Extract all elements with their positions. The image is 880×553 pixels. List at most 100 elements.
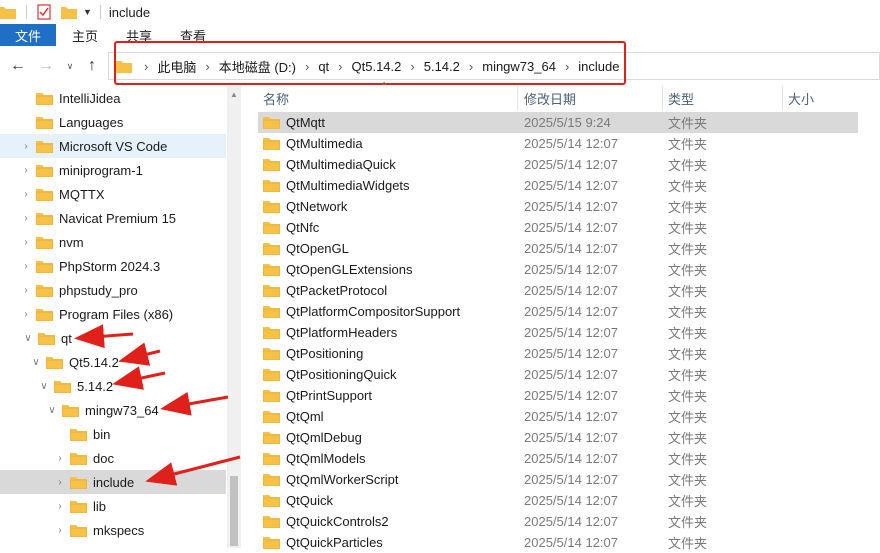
expand-chevron-icon[interactable]: › xyxy=(54,501,66,512)
tree-item[interactable]: ∨ Qt5.14.2 xyxy=(0,350,226,374)
expand-chevron-icon[interactable]: › xyxy=(54,477,66,488)
properties-icon[interactable] xyxy=(37,4,51,20)
file-row[interactable]: QtMultimedia 2025/5/14 12:07 文件夹 xyxy=(258,133,858,154)
expand-chevron-icon[interactable]: ∨ xyxy=(22,333,34,344)
chevron-right-icon[interactable]: › xyxy=(410,59,414,74)
expand-chevron-icon[interactable]: › xyxy=(20,285,32,296)
expand-chevron-icon[interactable]: › xyxy=(20,213,32,224)
file-type: 文件夹 xyxy=(668,305,708,320)
folder-icon xyxy=(36,164,53,177)
file-row[interactable]: QtQuickParticles 2025/5/14 12:07 文件夹 xyxy=(258,532,858,553)
crumb-mingw73-64[interactable]: mingw73_64 xyxy=(482,59,556,74)
column-size[interactable]: 大小 xyxy=(783,86,858,110)
chevron-right-icon[interactable]: › xyxy=(469,59,473,74)
expand-chevron-icon[interactable]: ∨ xyxy=(30,357,42,368)
quick-access-dropdown[interactable]: ▼ xyxy=(83,7,92,17)
file-name-cell: QtMqtt xyxy=(263,115,325,130)
tree-item[interactable]: ∨ 5.14.2 xyxy=(0,374,226,398)
expand-chevron-icon[interactable]: › xyxy=(54,525,66,536)
tab-file[interactable]: 文件 xyxy=(0,24,56,46)
tree-item[interactable]: › mkspecs xyxy=(0,518,226,542)
chevron-right-icon[interactable]: › xyxy=(305,59,309,74)
expand-chevron-icon[interactable]: › xyxy=(20,165,32,176)
tree-item[interactable]: › Microsoft VS Code xyxy=(0,134,226,158)
chevron-right-icon[interactable]: › xyxy=(565,59,569,74)
file-row[interactable]: QtPlatformCompositorSupport 2025/5/14 12:… xyxy=(258,301,858,322)
expand-chevron-icon[interactable]: › xyxy=(20,261,32,272)
expand-chevron-icon[interactable]: › xyxy=(20,309,32,320)
tab-view[interactable]: 查看 xyxy=(166,24,220,46)
address-bar[interactable]: › 此电脑 › 本地磁盘 (D:) › qt › Qt5.14.2 › 5.14… xyxy=(108,52,880,80)
tree-item[interactable]: › miniprogram-1 xyxy=(0,158,226,182)
tab-share[interactable]: 共享 xyxy=(112,24,166,46)
recent-dropdown-icon[interactable]: ∨ xyxy=(60,56,80,76)
scrollbar-thumb[interactable] xyxy=(230,476,238,546)
back-arrow-icon[interactable]: ← xyxy=(8,56,28,76)
file-row[interactable]: QtMultimediaWidgets 2025/5/14 12:07 文件夹 xyxy=(258,175,858,196)
crumb-qt5142[interactable]: Qt5.14.2 xyxy=(352,59,402,74)
file-date: 2025/5/14 12:07 xyxy=(524,409,618,424)
crumb-qt[interactable]: qt xyxy=(318,59,329,74)
file-row[interactable]: QtOpenGL 2025/5/14 12:07 文件夹 xyxy=(258,238,858,259)
tree-item[interactable]: › MQTTX xyxy=(0,182,226,206)
file-row[interactable]: QtNfc 2025/5/14 12:07 文件夹 xyxy=(258,217,858,238)
crumb-this-pc[interactable]: 此电脑 xyxy=(157,57,196,76)
tree-item[interactable]: › include xyxy=(0,470,226,494)
file-name: QtPlatformCompositorSupport xyxy=(286,304,461,319)
expand-chevron-icon[interactable]: ∨ xyxy=(46,405,58,416)
file-row[interactable]: QtPositioning 2025/5/14 12:07 文件夹 xyxy=(258,343,858,364)
folder-icon xyxy=(36,188,53,201)
column-date[interactable]: 修改日期 xyxy=(519,86,663,110)
file-row[interactable]: QtQml 2025/5/14 12:07 文件夹 xyxy=(258,406,858,427)
new-folder-icon[interactable] xyxy=(61,5,77,19)
file-row[interactable]: QtQmlModels 2025/5/14 12:07 文件夹 xyxy=(258,448,858,469)
tree-item[interactable]: › nvm xyxy=(0,230,226,254)
file-row[interactable]: QtQuickControls2 2025/5/14 12:07 文件夹 xyxy=(258,511,858,532)
tree-item[interactable]: Languages xyxy=(0,110,226,134)
tree-item-label: MQTTX xyxy=(59,186,105,202)
column-type[interactable]: 类型 xyxy=(663,86,783,110)
up-arrow-icon[interactable]: ↑ xyxy=(82,56,102,76)
crumb-5142[interactable]: 5.14.2 xyxy=(424,59,460,74)
tree-item[interactable]: ∨ mingw73_64 xyxy=(0,398,226,422)
chevron-right-icon[interactable]: › xyxy=(338,59,342,74)
crumb-include[interactable]: include xyxy=(578,59,619,74)
file-row[interactable]: QtQuick 2025/5/14 12:07 文件夹 xyxy=(258,490,858,511)
expand-chevron-icon[interactable]: › xyxy=(20,189,32,200)
file-row[interactable]: QtMultimediaQuick 2025/5/14 12:07 文件夹 xyxy=(258,154,858,175)
file-row[interactable]: QtQmlWorkerScript 2025/5/14 12:07 文件夹 xyxy=(258,469,858,490)
file-row[interactable]: QtPacketProtocol 2025/5/14 12:07 文件夹 xyxy=(258,280,858,301)
expand-chevron-icon[interactable]: › xyxy=(20,237,32,248)
tree-item[interactable]: ∨ qt xyxy=(0,326,226,350)
tree-item[interactable]: bin xyxy=(0,422,226,446)
tree-item[interactable]: › doc xyxy=(0,446,226,470)
forward-arrow-icon[interactable]: → xyxy=(36,56,56,76)
file-row[interactable]: QtPlatformHeaders 2025/5/14 12:07 文件夹 xyxy=(258,322,858,343)
expand-chevron-icon[interactable]: › xyxy=(54,453,66,464)
tree-item[interactable]: IntelliJidea xyxy=(0,86,226,110)
tree-item[interactable]: › PhpStorm 2024.3 xyxy=(0,254,226,278)
chevron-right-icon[interactable]: › xyxy=(144,59,148,74)
tree-scrollbar[interactable] xyxy=(227,86,241,548)
scroll-up-icon[interactable]: ▲ xyxy=(230,90,238,99)
tree-item[interactable]: › Navicat Premium 15 xyxy=(0,206,226,230)
file-row[interactable]: QtMqtt 2025/5/15 9:24 文件夹 xyxy=(258,112,858,133)
expand-chevron-icon[interactable]: ∨ xyxy=(38,381,50,392)
tree-item[interactable]: › Program Files (x86) xyxy=(0,302,226,326)
file-type: 文件夹 xyxy=(668,347,708,362)
tree-item[interactable]: › phpstudy_pro xyxy=(0,278,226,302)
file-row[interactable]: QtNetwork 2025/5/14 12:07 文件夹 xyxy=(258,196,858,217)
file-row[interactable]: QtPrintSupport 2025/5/14 12:07 文件夹 xyxy=(258,385,858,406)
column-name[interactable]: 名称 xyxy=(258,86,518,110)
file-type: 文件夹 xyxy=(668,536,708,551)
expand-chevron-icon[interactable]: › xyxy=(20,141,32,152)
file-row[interactable]: QtQmlDebug 2025/5/14 12:07 文件夹 xyxy=(258,427,858,448)
file-row[interactable]: QtOpenGLExtensions 2025/5/14 12:07 文件夹 xyxy=(258,259,858,280)
tab-home[interactable]: 主页 xyxy=(58,24,112,46)
tree-item[interactable]: › lib xyxy=(0,494,226,518)
file-type: 文件夹 xyxy=(668,494,708,509)
crumb-drive-d[interactable]: 本地磁盘 (D:) xyxy=(219,57,296,76)
file-row[interactable]: QtPositioningQuick 2025/5/14 12:07 文件夹 xyxy=(258,364,858,385)
chevron-right-icon[interactable]: › xyxy=(205,59,209,74)
file-date: 2025/5/14 12:07 xyxy=(524,241,618,256)
